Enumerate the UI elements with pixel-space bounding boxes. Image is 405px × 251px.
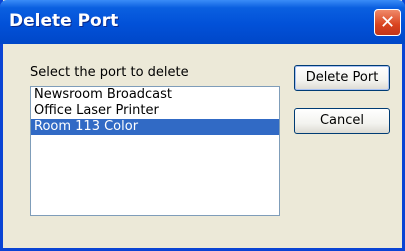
port-list-item-selected[interactable]: Room 113 Color	[31, 119, 279, 135]
dialog-title: Delete Port	[9, 11, 119, 31]
cancel-button[interactable]: Cancel	[294, 108, 390, 134]
port-list-item[interactable]: Office Laser Printer	[31, 103, 279, 119]
delete-port-button[interactable]: Delete Port	[294, 65, 390, 91]
title-bar[interactable]: Delete Port ✕	[0, 0, 405, 44]
port-listbox[interactable]: Newsroom Broadcast Office Laser Printer …	[30, 86, 280, 216]
port-list-item[interactable]: Newsroom Broadcast	[31, 87, 279, 103]
port-select-label: Select the port to delete	[30, 65, 189, 80]
delete-port-dialog: Delete Port ✕ Select the port to delete …	[0, 0, 405, 251]
close-button[interactable]: ✕	[374, 9, 401, 36]
close-icon: ✕	[379, 12, 396, 33]
